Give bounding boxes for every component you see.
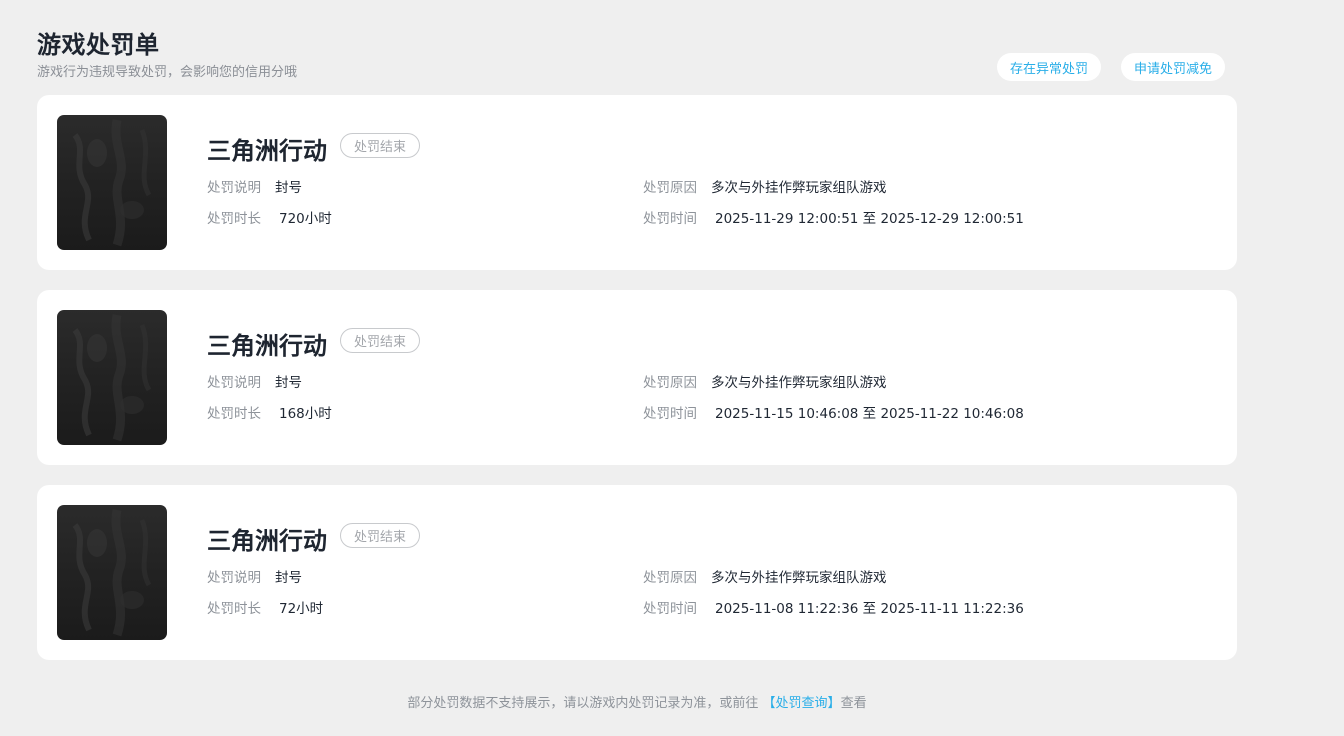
- penalty-time: 处罚时间 2025-11-08 11:22:36 至 2025-11-11 11:…: [643, 597, 1024, 617]
- desc-label: 处罚说明: [207, 180, 261, 196]
- reason-label: 处罚原因: [643, 375, 697, 391]
- game-name: 三角洲行动: [207, 137, 327, 165]
- reason-label: 处罚原因: [643, 180, 697, 196]
- abnormal-penalty-button[interactable]: 存在异常处罚: [997, 53, 1102, 81]
- page-title: 游戏处罚单: [37, 31, 160, 59]
- page-subtitle: 游戏行为违规导致处罚，会影响您的信用分哦: [37, 65, 298, 80]
- penalty-time: 处罚时间 2025-11-15 10:46:08 至 2025-11-22 10:…: [643, 402, 1024, 422]
- time-label: 处罚时间: [643, 406, 697, 422]
- penalty-duration: 处罚时长 72小时: [207, 597, 323, 617]
- time-value: 2025-11-08 11:22:36 至 2025-11-11 11:22:3…: [715, 601, 1024, 617]
- penalty-card: 三角洲行动 处罚结束 处罚说明 封号 处罚时长 168小时 处罚原因 多次与外挂作弊玩…: [37, 290, 1237, 465]
- desc-label: 处罚说明: [207, 570, 261, 586]
- game-cover-image: [57, 310, 167, 445]
- top-actions: 存在异常处罚 申请处罚减免: [997, 53, 1226, 81]
- status-badge: 处罚结束: [340, 328, 421, 353]
- appeal-penalty-button[interactable]: 申请处罚减免: [1121, 53, 1226, 81]
- penalty-card: 三角洲行动 处罚结束 处罚说明 封号 处罚时长 720小时 处罚原因 多次与外挂作弊玩…: [37, 95, 1237, 270]
- penalty-desc: 处罚说明 封号: [207, 371, 302, 391]
- desc-label: 处罚说明: [207, 375, 261, 391]
- game-cover-image: [57, 505, 167, 640]
- footer-note: 部分处罚数据不支持展示，请以游戏内处罚记录为准，或前往 【处罚查询】查看: [0, 692, 1274, 711]
- reason-value: 多次与外挂作弊玩家组队游戏: [711, 180, 887, 196]
- status-badge: 处罚结束: [340, 523, 421, 548]
- penalty-list: 三角洲行动 处罚结束 处罚说明 封号 处罚时长 720小时 处罚原因 多次与外挂作弊玩…: [37, 95, 1237, 680]
- penalty-duration: 处罚时长 168小时: [207, 402, 332, 422]
- penalty-desc: 处罚说明 封号: [207, 566, 302, 586]
- penalty-time: 处罚时间 2025-11-29 12:00:51 至 2025-12-29 12:…: [643, 207, 1024, 227]
- penalty-reason: 处罚原因 多次与外挂作弊玩家组队游戏: [643, 371, 887, 391]
- duration-label: 处罚时长: [207, 601, 261, 617]
- duration-value: 72小时: [279, 601, 324, 617]
- duration-value: 168小时: [279, 406, 332, 422]
- penalty-duration: 处罚时长 720小时: [207, 207, 332, 227]
- game-cover-image: [57, 115, 167, 250]
- footer-text: 部分处罚数据不支持展示，请以游戏内处罚记录为准，或前往: [407, 696, 763, 711]
- penalty-query-link[interactable]: 【处罚查询】: [763, 696, 841, 711]
- desc-value: 封号: [275, 180, 302, 196]
- duration-label: 处罚时长: [207, 211, 261, 227]
- time-value: 2025-11-15 10:46:08 至 2025-11-22 10:46:0…: [715, 406, 1024, 422]
- penalty-page: 游戏处罚单 游戏行为违规导致处罚，会影响您的信用分哦 存在异常处罚 申请处罚减免…: [0, 0, 1344, 736]
- desc-value: 封号: [275, 375, 302, 391]
- status-badge: 处罚结束: [340, 133, 421, 158]
- desc-value: 封号: [275, 570, 302, 586]
- reason-label: 处罚原因: [643, 570, 697, 586]
- game-name: 三角洲行动: [207, 527, 327, 555]
- penalty-reason: 处罚原因 多次与外挂作弊玩家组队游戏: [643, 566, 887, 586]
- footer-text-after: 查看: [840, 696, 867, 711]
- penalty-desc: 处罚说明 封号: [207, 176, 302, 196]
- time-label: 处罚时间: [643, 601, 697, 617]
- game-name: 三角洲行动: [207, 332, 327, 360]
- penalty-card: 三角洲行动 处罚结束 处罚说明 封号 处罚时长 72小时 处罚原因 多次与外挂作弊玩家…: [37, 485, 1237, 660]
- time-label: 处罚时间: [643, 211, 697, 227]
- penalty-reason: 处罚原因 多次与外挂作弊玩家组队游戏: [643, 176, 887, 196]
- time-value: 2025-11-29 12:00:51 至 2025-12-29 12:00:5…: [715, 211, 1024, 227]
- duration-label: 处罚时长: [207, 406, 261, 422]
- reason-value: 多次与外挂作弊玩家组队游戏: [711, 375, 887, 391]
- duration-value: 720小时: [279, 211, 332, 227]
- reason-value: 多次与外挂作弊玩家组队游戏: [711, 570, 887, 586]
